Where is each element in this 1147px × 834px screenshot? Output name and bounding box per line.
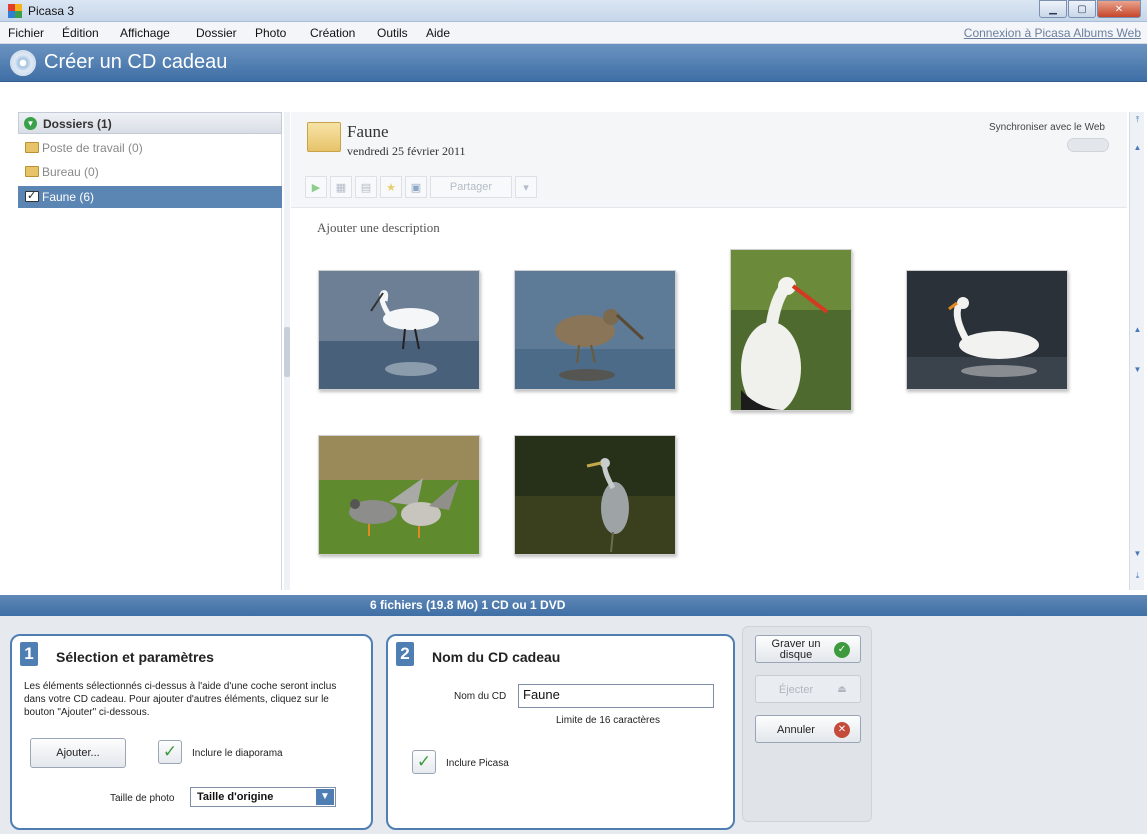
include-picasa-checkbox[interactable]: ✓ <box>412 750 436 774</box>
save-icon[interactable]: ▣ <box>405 176 427 198</box>
title-bar: Picasa 3 ▁ ▢ ✕ <box>0 0 1147 22</box>
step2-panel: 2 Nom du CD cadeau Nom du CD Faune Limit… <box>386 634 735 830</box>
checkbox-icon[interactable] <box>25 189 39 202</box>
scroll-down-icon[interactable]: ▼ <box>1131 548 1144 560</box>
step1-description: Les éléments sélectionnés ci-dessus à l'… <box>24 681 337 718</box>
eject-button[interactable]: Éjecter ⏏ <box>755 675 861 703</box>
add-button[interactable]: Ajouter... <box>30 738 126 768</box>
album-folder-icon <box>307 122 341 152</box>
album-view: Faune vendredi 25 février 2011 Synchroni… <box>291 112 1127 590</box>
photo-thumbnail-snipe[interactable] <box>514 270 676 390</box>
cd-icon <box>10 50 36 76</box>
photo-thumbnail-stork[interactable] <box>730 249 852 411</box>
eject-label: Éjecter <box>778 683 814 696</box>
menu-creation[interactable]: Création <box>310 26 355 40</box>
folder-item-label: Poste de travail (0) <box>42 141 143 155</box>
play-slideshow-icon[interactable]: ▶ <box>305 176 327 198</box>
share-button[interactable]: Partager <box>430 176 512 198</box>
menu-outils[interactable]: Outils <box>377 26 408 40</box>
album-toolbar: ▶ ▦ ▤ ★ ▣ Partager ▾ <box>305 176 537 198</box>
include-slideshow-checkbox[interactable]: ✓ <box>158 740 182 764</box>
album-description[interactable]: Ajouter une description <box>317 220 440 236</box>
movie-icon[interactable]: ▤ <box>355 176 377 198</box>
close-button[interactable]: ✕ <box>1097 0 1141 18</box>
cd-name-limit-hint: Limite de 16 caractères <box>556 715 660 726</box>
scroll-up-icon[interactable]: ▲ <box>1131 142 1144 154</box>
picasa-web-albums-link[interactable]: Connexion à Picasa Albums Web <box>964 26 1141 40</box>
burn-disc-label: Graver un disque <box>771 638 821 661</box>
step1-number: 1 <box>20 642 38 666</box>
checkmark-icon: ✓ <box>834 642 850 658</box>
eject-icon: ⏏ <box>837 684 847 695</box>
step2-number: 2 <box>396 642 414 666</box>
folders-header-label: Dossiers (1) <box>43 117 112 131</box>
folder-item-label: Bureau (0) <box>42 165 99 179</box>
include-picasa-label: Inclure Picasa <box>446 758 509 769</box>
menu-fichier[interactable]: Fichier <box>8 26 44 40</box>
album-date: vendredi 25 février 2011 <box>347 144 466 158</box>
folder-icon <box>25 166 39 177</box>
scroll-page-down-icon[interactable]: ▼ <box>1131 364 1144 376</box>
photo-size-label: Taille de photo <box>110 793 175 804</box>
sync-label: Synchroniser avec le Web <box>989 122 1105 133</box>
menu-aide[interactable]: Aide <box>426 26 450 40</box>
folders-header[interactable]: ▼ Dossiers (1) <box>18 112 282 134</box>
menu-bar: Fichier Édition Affichage Dossier Photo … <box>0 22 1147 44</box>
chevron-down-icon[interactable]: ▾ <box>515 176 537 198</box>
status-text: 6 fichiers (19.8 Mo) 1 CD ou 1 DVD <box>370 598 566 612</box>
vertical-scrollbar[interactable]: ⤒ ▲ ▲ ▼ ▼ ⤓ <box>1129 112 1144 590</box>
step1-title: Sélection et paramètres <box>56 649 214 665</box>
folder-item-label: Faune (6) <box>42 190 95 204</box>
photo-size-select[interactable]: Taille d'origine ▼ <box>190 787 336 807</box>
cd-name-input[interactable]: Faune <box>518 684 714 708</box>
actions-panel: Graver un disque ✓ Éjecter ⏏ Annuler ✕ <box>742 626 872 822</box>
photo-size-value: Taille d'origine <box>197 791 274 803</box>
photo-thumbnail-egret[interactable] <box>318 270 480 390</box>
splitter-grip[interactable] <box>284 327 290 377</box>
photo-thumbnail-swan[interactable] <box>906 270 1068 390</box>
star-icon[interactable]: ★ <box>380 176 402 198</box>
mode-title: Créer un CD cadeau <box>44 51 228 73</box>
include-slideshow-label: Inclure le diaporama <box>192 748 283 759</box>
photo-thumbnail-geese[interactable] <box>318 435 480 555</box>
sync-toggle[interactable] <box>1067 138 1109 152</box>
window-title: Picasa 3 <box>28 4 75 18</box>
maximize-button[interactable]: ▢ <box>1068 0 1096 18</box>
menu-photo[interactable]: Photo <box>255 26 286 40</box>
album-name: Faune <box>347 122 389 141</box>
menu-edition[interactable]: Édition <box>62 26 99 40</box>
cancel-label: Annuler <box>777 723 815 736</box>
folder-item-bureau[interactable]: Bureau (0) <box>18 161 282 183</box>
cancel-button[interactable]: Annuler ✕ <box>755 715 861 743</box>
scroll-page-up-icon[interactable]: ▲ <box>1131 324 1144 336</box>
status-bar: 6 fichiers (19.8 Mo) 1 CD ou 1 DVD <box>0 595 1147 616</box>
gift-cd-panel: 1 Sélection et paramètres Les éléments s… <box>0 616 1147 834</box>
cancel-x-icon: ✕ <box>834 722 850 738</box>
folder-panel: ▼ Dossiers (1) Poste de travail (0) Bure… <box>18 112 282 590</box>
step1-panel: 1 Sélection et paramètres Les éléments s… <box>10 634 373 830</box>
collage-icon[interactable]: ▦ <box>330 176 352 198</box>
menu-dossier[interactable]: Dossier <box>196 26 237 40</box>
folder-icon <box>25 142 39 153</box>
cd-name-label: Nom du CD <box>454 691 507 702</box>
chevron-down-icon: ▼ <box>316 789 334 805</box>
album-header: Faune vendredi 25 février 2011 Synchroni… <box>291 112 1127 208</box>
folder-item-faune[interactable]: Faune (6) <box>18 186 282 208</box>
scroll-bottom-icon[interactable]: ⤓ <box>1131 570 1144 582</box>
folder-item-poste-de-travail[interactable]: Poste de travail (0) <box>18 137 282 159</box>
minimize-button[interactable]: ▁ <box>1039 0 1067 18</box>
picasa-logo-icon <box>8 4 22 18</box>
step2-title: Nom du CD cadeau <box>432 649 561 665</box>
mode-header: Créer un CD cadeau <box>0 44 1147 82</box>
collapse-toggle-icon[interactable]: ▼ <box>24 117 37 130</box>
panel-splitter[interactable] <box>284 112 290 590</box>
burn-disc-button[interactable]: Graver un disque ✓ <box>755 635 861 663</box>
menu-affichage[interactable]: Affichage <box>120 26 170 40</box>
photo-thumbnail-heron[interactable] <box>514 435 676 555</box>
scroll-top-icon[interactable]: ⤒ <box>1131 114 1144 126</box>
